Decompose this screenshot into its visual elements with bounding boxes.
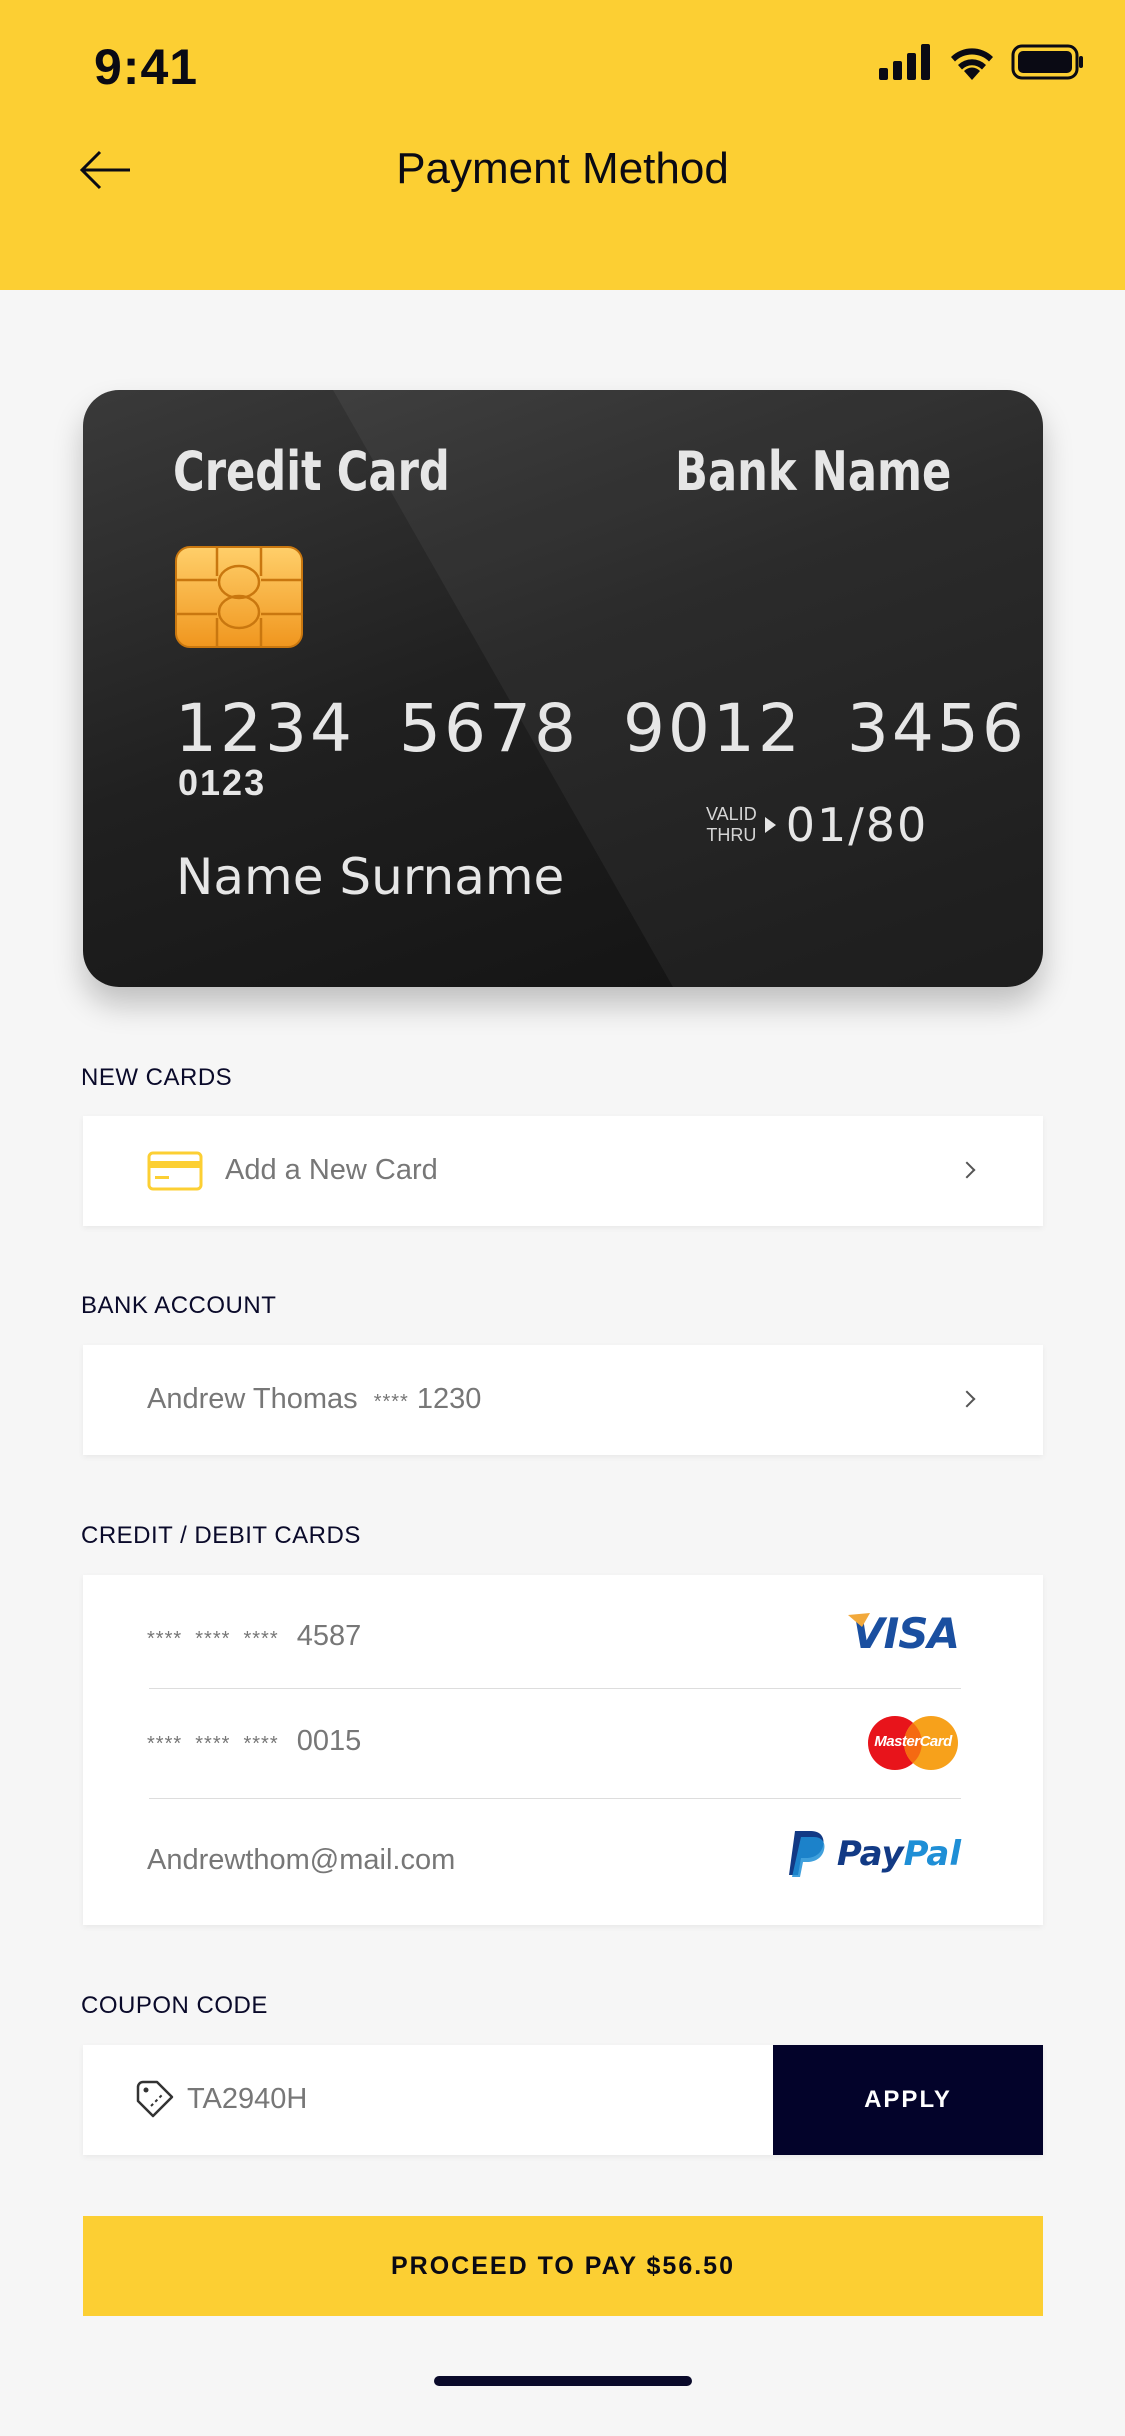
section-label-new-cards: NEW CARDS bbox=[81, 1064, 233, 1091]
page-title: Payment Method bbox=[396, 144, 729, 193]
proceed-to-pay-button[interactable]: PROCEED TO PAY $56.50 bbox=[83, 2216, 1043, 2316]
status-icons bbox=[879, 44, 1085, 80]
card-mask: **** **** **** bbox=[147, 1628, 279, 1650]
card-number: 1234 5678 9012 3456 bbox=[175, 690, 1027, 767]
card-number-group: 1234 bbox=[175, 690, 355, 767]
tag-icon bbox=[136, 2080, 174, 2118]
bank-account-details: Andrew Thomas **** 1230 bbox=[147, 1383, 481, 1416]
visa-logo: VISA bbox=[848, 1609, 960, 1658]
header: 9:41 Payment Method bbox=[0, 0, 1125, 290]
add-new-card-label: Add a New Card bbox=[225, 1154, 438, 1186]
card-row-paypal[interactable]: Andrewthom@mail.com Pay Pal bbox=[83, 1799, 1043, 1925]
credit-card[interactable]: Credit Card Bank Name 1234 5678 9012 345… bbox=[83, 390, 1043, 987]
card-row-number: **** **** **** 4587 bbox=[147, 1620, 361, 1653]
card-mask: **** **** **** bbox=[147, 1733, 279, 1755]
bank-account-name: Andrew Thomas bbox=[147, 1383, 358, 1415]
triangle-right-icon bbox=[764, 817, 776, 833]
status-time: 9:41 bbox=[94, 39, 199, 95]
paypal-email: Andrewthom@mail.com bbox=[147, 1844, 456, 1876]
coupon-input[interactable]: TA2940H bbox=[83, 2045, 773, 2155]
bank-account-mask: **** bbox=[373, 1391, 409, 1413]
card-last4: 4587 bbox=[296, 1620, 362, 1652]
card-number-group: 5678 bbox=[398, 690, 579, 767]
card-bank-name: Bank Name bbox=[674, 440, 951, 503]
chip-icon bbox=[175, 546, 303, 648]
card-type: Credit Card bbox=[173, 440, 450, 503]
section-label-cards: CREDIT / DEBIT CARDS bbox=[81, 1522, 361, 1549]
card-valid-thru: VALID THRU 01/80 bbox=[706, 798, 928, 852]
card-row-number: **** **** **** 0015 bbox=[147, 1725, 361, 1758]
card-row-visa[interactable]: **** **** **** 4587 VISA bbox=[83, 1575, 1043, 1687]
paypal-logo: Pay Pal bbox=[787, 1829, 961, 1879]
credit-card-icon bbox=[147, 1151, 203, 1191]
chevron-right-icon bbox=[958, 1390, 976, 1408]
valid-thru-date: 01/80 bbox=[785, 798, 929, 852]
bank-account-last4: 1230 bbox=[416, 1383, 482, 1415]
section-label-coupon: COUPON CODE bbox=[81, 1992, 268, 2019]
home-indicator bbox=[434, 2376, 692, 2386]
battery-icon bbox=[1011, 44, 1083, 80]
add-new-card-row[interactable]: Add a New Card bbox=[83, 1116, 1043, 1226]
apply-button[interactable]: APPLY bbox=[773, 2045, 1043, 2155]
valid-thru-label: VALID THRU bbox=[706, 804, 757, 845]
coupon-code-value: TA2940H bbox=[187, 2083, 308, 2115]
visa-accent-icon bbox=[848, 1613, 871, 1627]
card-row-mastercard[interactable]: **** **** **** 0015 MasterCard bbox=[83, 1689, 1043, 1797]
card-number-group: 9012 bbox=[622, 690, 803, 767]
mastercard-logo: MasterCard bbox=[867, 1715, 959, 1771]
card-holder-name: Name Surname bbox=[176, 848, 565, 906]
wifi-icon bbox=[951, 48, 993, 80]
coupon-panel: TA2940H APPLY bbox=[83, 2045, 1043, 2155]
bank-account-row[interactable]: Andrew Thomas **** 1230 bbox=[83, 1345, 1043, 1455]
cards-list: **** **** **** 4587 VISA **** **** **** … bbox=[83, 1575, 1043, 1925]
card-last4: 0015 bbox=[296, 1725, 362, 1757]
card-number-group: 3456 bbox=[846, 690, 1027, 767]
card-code: 0123 bbox=[178, 762, 267, 803]
signal-icon bbox=[879, 44, 930, 80]
paypal-p-icon bbox=[788, 1831, 825, 1877]
chevron-right-icon bbox=[958, 1161, 976, 1179]
section-label-bank-account: BANK ACCOUNT bbox=[81, 1292, 277, 1319]
